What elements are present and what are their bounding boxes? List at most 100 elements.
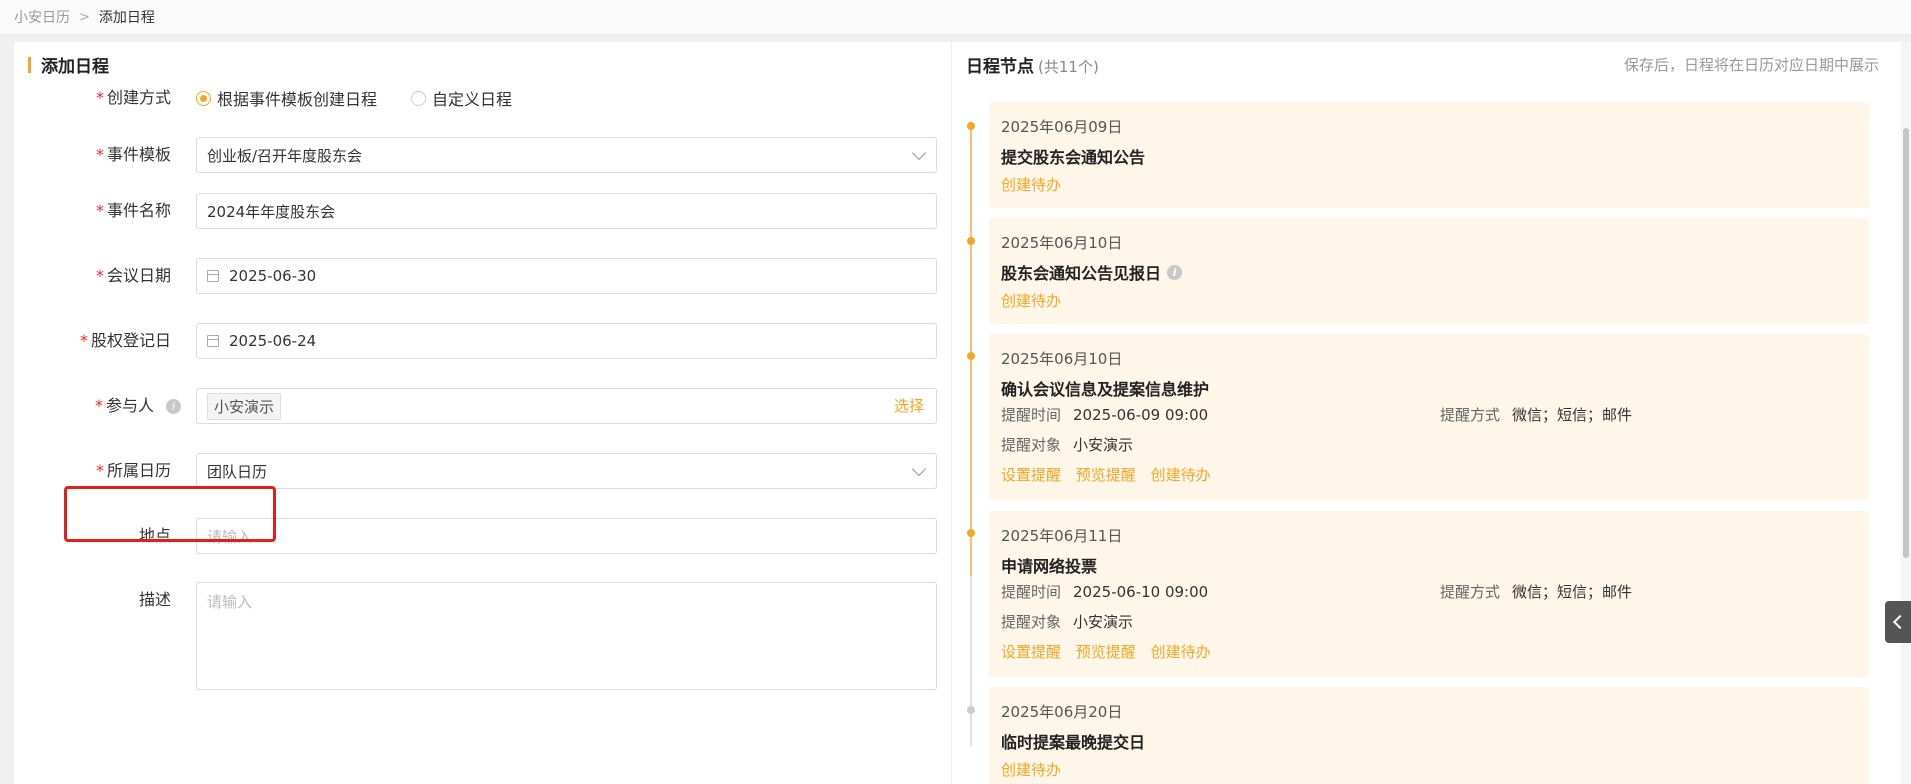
node-date: 2025年06月10日 xyxy=(1001,350,1123,368)
timeline-dot xyxy=(967,706,975,714)
event-name-label: * 事件名称 xyxy=(95,201,171,220)
remind-time-row: 提醒时间 2025-06-09 09:00 xyxy=(1001,406,1209,424)
node-actions: 设置提醒 预览提醒 创建待办 xyxy=(1001,464,1221,485)
create-todo-link[interactable]: 创建待办 xyxy=(1151,643,1211,661)
scrollbar-thumb[interactable] xyxy=(1903,128,1909,558)
record-date-row: * 股权登记日 2025-06-24 xyxy=(14,323,951,359)
create-mode-row: * 创建方式 根据事件模板创建日程 自定义日程 xyxy=(14,80,951,116)
meeting-date-row: * 会议日期 2025-06-30 xyxy=(14,258,951,294)
radio-custom-mode[interactable]: 自定义日程 xyxy=(411,86,512,110)
set-reminder-link[interactable]: 设置提醒 xyxy=(1001,643,1061,661)
chevron-left-icon xyxy=(1892,614,1908,630)
info-icon[interactable]: i xyxy=(1167,264,1183,280)
location-input[interactable]: 请输入 xyxy=(196,518,937,554)
node-title: 确认会议信息及提案信息维护 xyxy=(1001,380,1210,399)
form-title: 添加日程 xyxy=(28,52,109,77)
calendar-icon xyxy=(207,335,219,347)
timeline-line-gray xyxy=(970,576,972,746)
preview-reminder-link[interactable]: 预览提醒 xyxy=(1076,643,1136,661)
create-todo-link[interactable]: 创建待办 xyxy=(1151,466,1211,484)
template-select[interactable]: 创业板/召开年度股东会 xyxy=(196,137,937,173)
node-date: 2025年06月10日 xyxy=(1001,234,1123,252)
calendar-row: * 所属日历 团队日历 xyxy=(14,453,951,489)
participants-row: * 参与人 i 小安演示 选择 xyxy=(14,388,951,424)
create-mode-radio-group: 根据事件模板创建日程 自定义日程 xyxy=(196,80,546,116)
remind-target-row: 提醒对象 小安演示 xyxy=(1001,436,1134,454)
set-reminder-link[interactable]: 设置提醒 xyxy=(1001,466,1061,484)
info-icon[interactable]: i xyxy=(166,399,181,414)
schedule-nodes-panel: 日程节点 (共11个) 保存后，日程将在日历对应日期中展示 2025年06月09日… xyxy=(952,42,1911,784)
schedule-node-card: 2025年06月09日 提交股东会通知公告 创建待办 xyxy=(989,102,1869,208)
location-label: 地点 xyxy=(138,526,171,545)
timeline-dot xyxy=(967,237,975,245)
event-name-row: * 事件名称 2024年年度股东会 xyxy=(14,193,951,229)
node-actions: 创建待办 xyxy=(1001,174,1071,195)
participant-tag[interactable]: 小安演示 xyxy=(207,392,282,420)
scrollbar[interactable] xyxy=(1901,42,1911,784)
node-title: 提交股东会通知公告 xyxy=(1001,148,1146,167)
template-value: 创业板/召开年度股东会 xyxy=(207,146,363,165)
location-row: 地点 请输入 xyxy=(14,518,951,554)
radio-unchecked-icon[interactable] xyxy=(411,90,427,106)
record-date-label: * 股权登记日 xyxy=(79,331,171,350)
record-date-picker[interactable]: 2025-06-24 xyxy=(196,323,937,359)
breadcrumb: 小安日历 > 添加日程 xyxy=(0,0,1911,35)
location-placeholder: 请输入 xyxy=(207,527,253,546)
event-name-input[interactable]: 2024年年度股东会 xyxy=(196,193,937,229)
calendar-value: 团队日历 xyxy=(207,462,268,481)
calendar-select[interactable]: 团队日历 xyxy=(196,453,937,489)
create-todo-link[interactable]: 创建待办 xyxy=(1001,292,1061,310)
nodes-title: 日程节点 (共11个) xyxy=(966,57,1099,77)
remind-target-row: 提醒对象 小安演示 xyxy=(1001,613,1134,631)
preview-reminder-link[interactable]: 预览提醒 xyxy=(1076,466,1136,484)
schedule-node-card: 2025年06月10日 股东会通知公告见报日 i 创建待办 xyxy=(989,218,1869,324)
description-textarea[interactable]: 请输入 xyxy=(196,582,937,690)
participants-field[interactable]: 小安演示 选择 xyxy=(196,388,937,424)
timeline-dot xyxy=(967,352,975,360)
meeting-date-value: 2025-06-30 xyxy=(229,267,317,285)
node-date: 2025年06月20日 xyxy=(1001,703,1123,721)
radio-template-label[interactable]: 根据事件模板创建日程 xyxy=(217,86,377,110)
node-title: 股东会通知公告见报日 i xyxy=(1001,260,1183,284)
calendar-label: * 所属日历 xyxy=(95,461,171,480)
breadcrumb-current: 添加日程 xyxy=(98,10,155,26)
meeting-date-picker[interactable]: 2025-06-30 xyxy=(196,258,937,294)
event-name-value: 2024年年度股东会 xyxy=(207,202,336,221)
radio-checked-icon[interactable] xyxy=(196,90,211,106)
collapse-panel-button[interactable] xyxy=(1885,601,1911,643)
create-todo-link[interactable]: 创建待办 xyxy=(1001,176,1061,194)
nodes-count: (共11个) xyxy=(1038,58,1099,76)
node-date: 2025年06月11日 xyxy=(1001,527,1123,545)
chevron-down-icon xyxy=(911,145,927,161)
node-actions: 创建待办 xyxy=(1001,759,1071,780)
timeline-line xyxy=(970,126,972,576)
node-actions: 创建待办 xyxy=(1001,290,1071,311)
form-title-text: 添加日程 xyxy=(41,57,109,77)
remind-method-row: 提醒方式 微信；短信；邮件 xyxy=(1440,406,1633,424)
template-label: * 事件模板 xyxy=(95,145,171,164)
description-placeholder: 请输入 xyxy=(207,593,253,611)
timeline-dot xyxy=(967,529,975,537)
schedule-node-card: 2025年06月11日 申请网络投票 提醒时间 2025-06-10 09:00 … xyxy=(989,511,1869,677)
chevron-down-icon xyxy=(911,461,927,477)
description-row: 描述 请输入 xyxy=(14,582,951,690)
schedule-node-card: 2025年06月20日 临时提案最晚提交日 创建待办 xyxy=(989,687,1869,784)
radio-template-mode[interactable]: 根据事件模板创建日程 xyxy=(196,86,377,110)
schedule-node-card: 2025年06月10日 确认会议信息及提案信息维护 提醒时间 2025-06-09… xyxy=(989,334,1869,500)
remind-method-row: 提醒方式 微信；短信；邮件 xyxy=(1440,583,1633,601)
participants-label: * 参与人 i xyxy=(95,388,181,424)
node-title: 临时提案最晚提交日 xyxy=(1001,733,1146,752)
remind-time-row: 提醒时间 2025-06-10 09:00 xyxy=(1001,583,1209,601)
node-actions: 设置提醒 预览提醒 创建待办 xyxy=(1001,641,1221,662)
add-schedule-form: 添加日程 * 创建方式 根据事件模板创建日程 自定义日程 * 事件模板 创业板/召开… xyxy=(14,42,951,784)
create-todo-link[interactable]: 创建待办 xyxy=(1001,761,1061,779)
description-label: 描述 xyxy=(138,590,171,609)
meeting-date-label: * 会议日期 xyxy=(95,266,171,285)
timeline-dot xyxy=(967,122,975,130)
select-participants-link[interactable]: 选择 xyxy=(894,389,924,423)
template-row: * 事件模板 创业板/召开年度股东会 xyxy=(14,137,951,173)
title-accent-bar xyxy=(28,56,31,73)
breadcrumb-parent-link[interactable]: 小安日历 xyxy=(14,7,70,27)
radio-custom-label[interactable]: 自定义日程 xyxy=(432,86,512,110)
record-date-value: 2025-06-24 xyxy=(229,332,317,350)
